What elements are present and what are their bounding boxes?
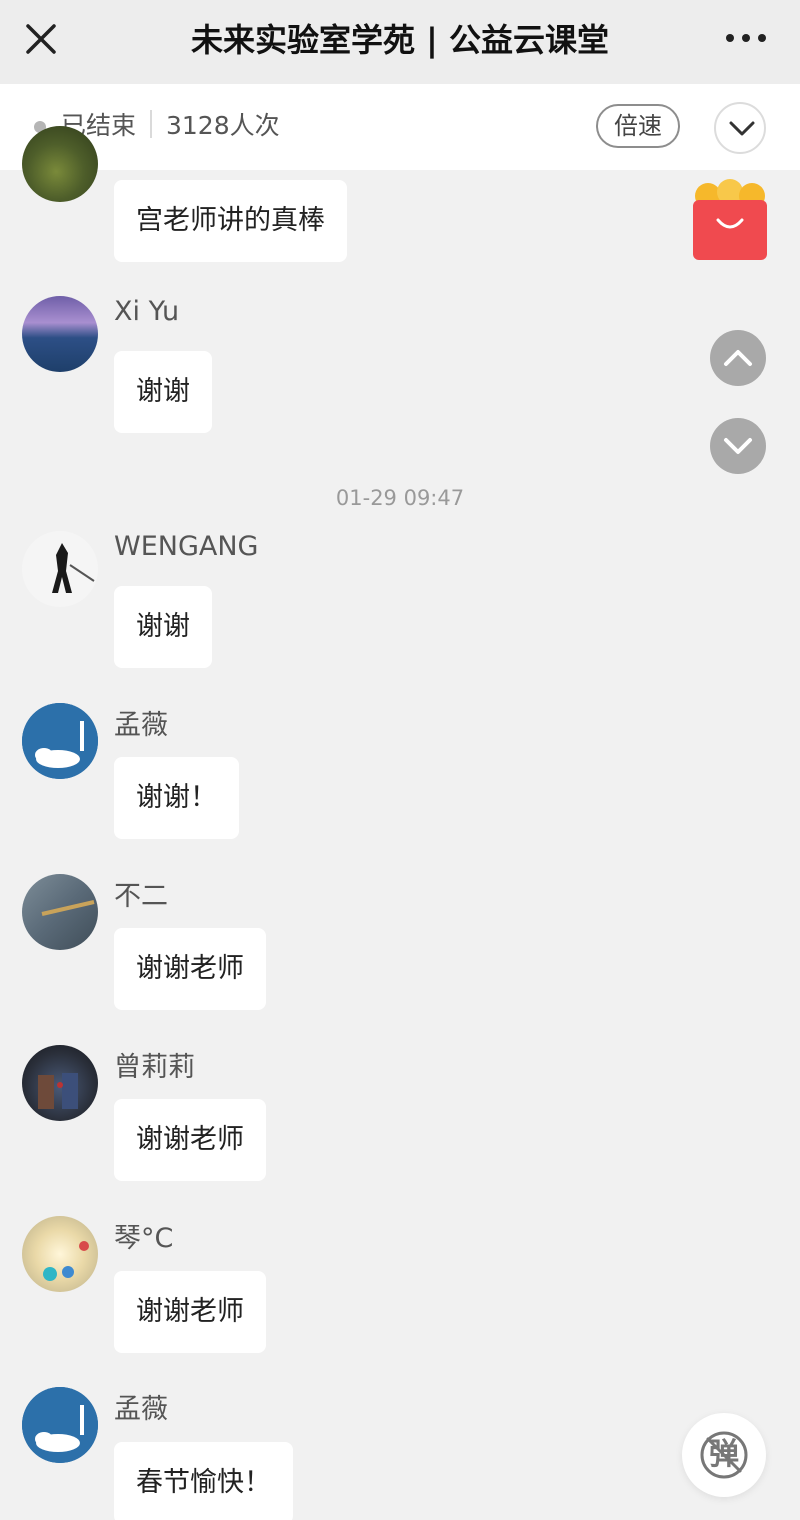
message-bubble: 谢谢老师 <box>114 1099 266 1181</box>
avatar-gems <box>43 1241 89 1281</box>
avatar-figure <box>22 531 98 607</box>
divider <box>150 110 152 138</box>
avatar[interactable] <box>22 531 98 607</box>
playback-speed-button[interactable]: 倍速 <box>596 104 680 148</box>
message-bubble: 谢谢老师 <box>114 928 266 1010</box>
more-button[interactable] <box>724 26 768 50</box>
live-chat-page: 未来实验室学苑 | 公益云课堂 已结束 3128人次 倍速 宫老师讲的真棒 Xi… <box>0 0 800 1520</box>
scroll-up-button[interactable] <box>710 330 766 386</box>
collapse-button[interactable] <box>714 102 766 154</box>
message-bubble: 谢谢老师 <box>114 1271 266 1353</box>
avatar[interactable] <box>22 874 98 950</box>
avatar[interactable] <box>22 1216 98 1292</box>
chevron-down-icon <box>724 438 752 454</box>
username: 曾莉莉 <box>114 1052 195 1083</box>
gift-bag-button[interactable] <box>690 178 770 264</box>
message-bubble: 谢谢 <box>114 586 212 668</box>
title-bar: 未来实验室学苑 | 公益云课堂 <box>0 0 800 84</box>
avatar-cloud <box>22 703 98 779</box>
username: Xi Yu <box>114 296 180 327</box>
scroll-down-button[interactable] <box>710 418 766 474</box>
avatar-photo <box>38 1073 78 1109</box>
avatar[interactable] <box>22 296 98 372</box>
chevron-down-icon <box>729 121 755 136</box>
username: 琴°C <box>114 1223 174 1254</box>
avatar[interactable] <box>22 1387 98 1463</box>
message-bubble: 谢谢 <box>114 351 212 433</box>
avatar[interactable] <box>22 703 98 779</box>
close-button[interactable] <box>20 18 62 60</box>
message-bubble: 宫老师讲的真棒 <box>114 180 347 262</box>
message-bubble: 谢谢！ <box>114 757 239 839</box>
message-bubble: 春节愉快！ <box>114 1442 293 1520</box>
viewer-count: 3128人次 <box>166 111 280 140</box>
avatar-cloud <box>22 1387 98 1463</box>
avatar-bridge <box>41 900 95 916</box>
avatar[interactable] <box>22 1045 98 1121</box>
username: 孟薇 <box>114 710 168 741</box>
username: WENGANG <box>114 531 259 562</box>
username: 不二 <box>114 881 168 912</box>
chevron-up-icon <box>724 350 752 366</box>
avatar[interactable] <box>22 126 98 202</box>
more-icon <box>726 34 766 42</box>
close-icon <box>26 24 56 54</box>
danmaku-off-icon <box>700 1431 748 1479</box>
message-timestamp: 01-29 09:47 <box>335 486 465 510</box>
gift-bag-icon <box>693 179 767 260</box>
page-title: 未来实验室学苑 | 公益云课堂 <box>191 21 609 59</box>
username: 孟薇 <box>114 1394 168 1425</box>
danmaku-toggle-button[interactable]: 弹 <box>682 1413 766 1497</box>
